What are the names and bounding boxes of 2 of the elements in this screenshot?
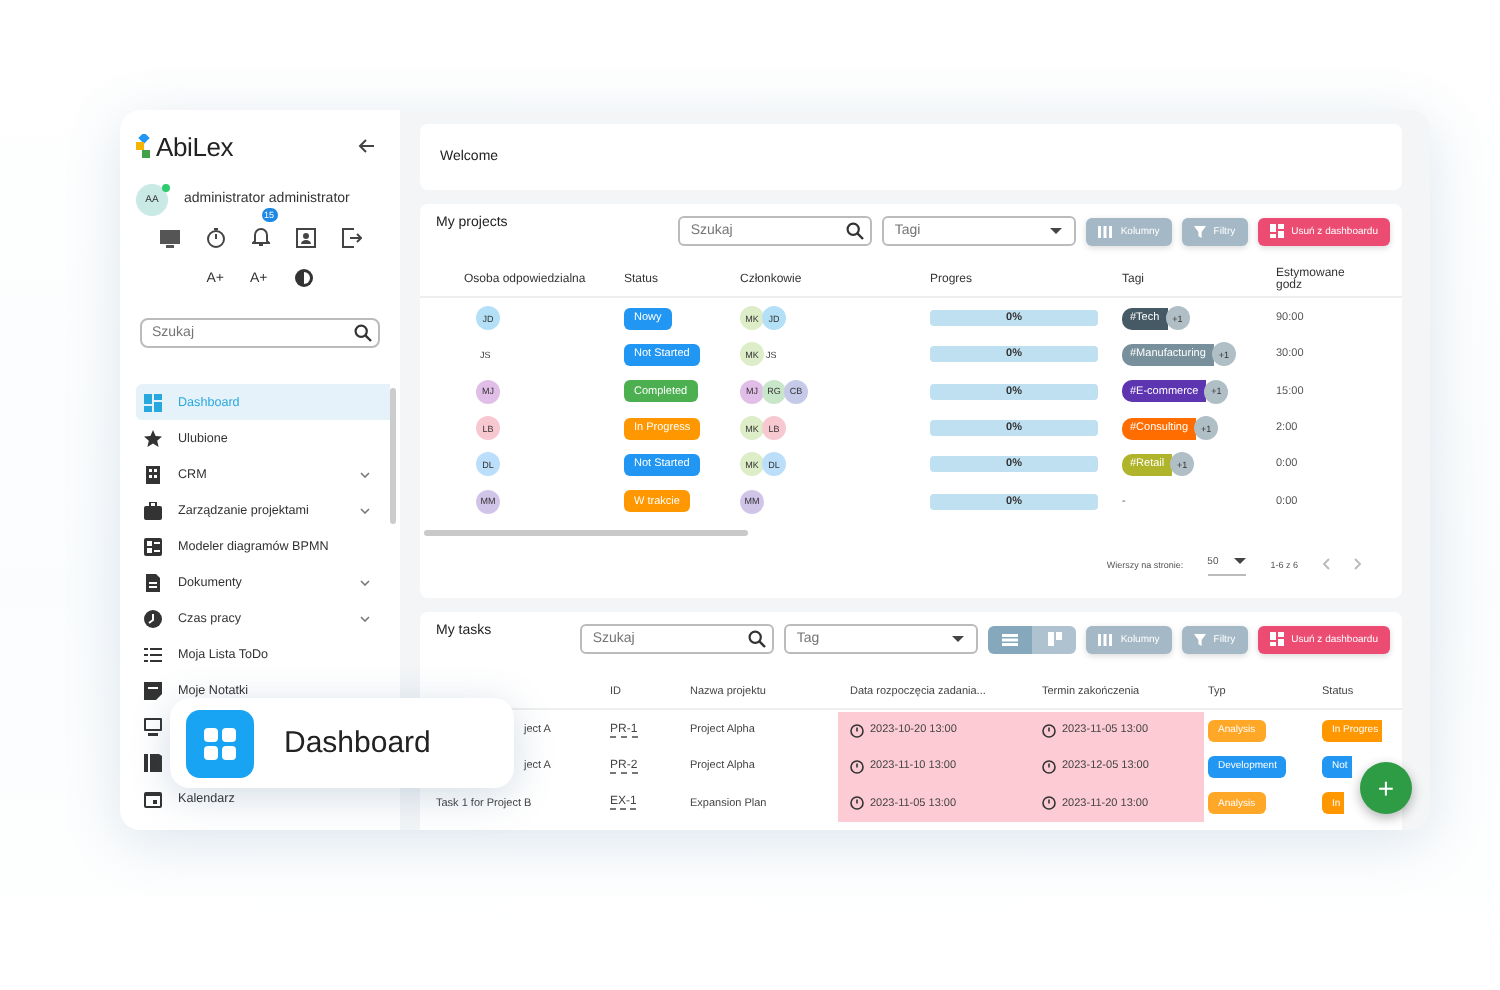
logo-text: AbiLex (156, 131, 234, 161)
dashboard-tooltip: Dashboard (170, 698, 514, 788)
